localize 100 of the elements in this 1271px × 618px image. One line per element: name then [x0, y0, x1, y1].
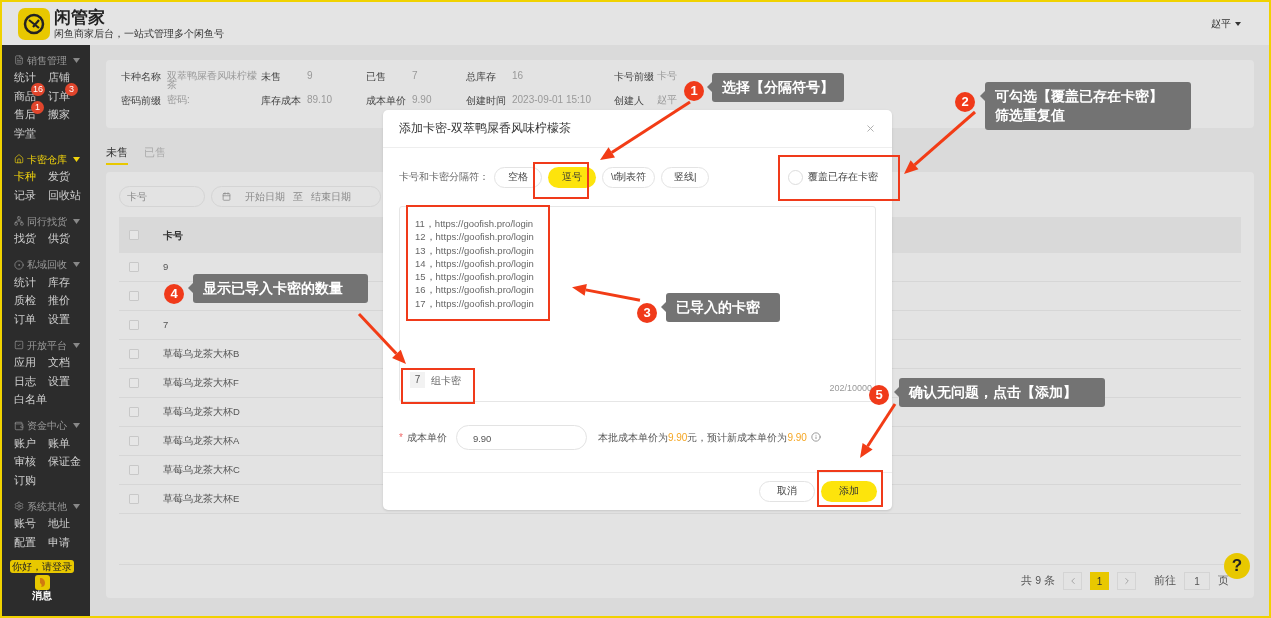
login-tip[interactable]: 你好，请登录: [10, 560, 74, 573]
message-icon[interactable]: [34, 575, 50, 590]
field-value: 赵平: [657, 95, 677, 104]
checkbox[interactable]: [129, 262, 139, 272]
sidebar-item[interactable]: 供货: [48, 231, 70, 248]
count-badge: 1: [31, 101, 44, 114]
sidebar-item[interactable]: 质检: [14, 293, 36, 310]
sidebar-item[interactable]: 申请: [48, 534, 70, 551]
checkbox[interactable]: [129, 436, 139, 446]
group-count: 7: [410, 372, 425, 388]
arrow: [570, 281, 642, 302]
field-label: 卡种名称: [121, 71, 162, 83]
checkbox[interactable]: [129, 320, 139, 330]
sidebar-group-title[interactable]: 销售管理: [2, 51, 82, 69]
sidebar-item[interactable]: 推价: [48, 293, 70, 310]
sidebar-item[interactable]: 回收站: [48, 187, 81, 204]
caret-icon: [73, 262, 80, 267]
page-button[interactable]: 1: [1090, 572, 1109, 590]
caret-icon: [73, 503, 80, 509]
sidebar-item[interactable]: 统计: [14, 274, 36, 291]
tab[interactable]: 未售: [106, 144, 128, 165]
group-icon: [14, 340, 24, 350]
separator-label: 卡号和卡密分隔符：: [399, 169, 489, 184]
info-icon: [810, 432, 821, 442]
sidebar-group-title[interactable]: 系统其他: [2, 497, 82, 515]
caret-icon: [73, 342, 80, 348]
sidebar-item[interactable]: 订单: [14, 311, 36, 328]
sidebar-item[interactable]: 记录: [14, 187, 36, 204]
sidebar-item[interactable]: 文档: [48, 355, 70, 372]
card-line: 14，https://goofish.pro/login: [415, 256, 534, 271]
table-cell-text: 草莓乌龙茶大杯F: [163, 375, 239, 390]
card-line: 15，https://goofish.pro/login: [415, 270, 534, 284]
card-line: 12，https://goofish.pro/login: [415, 230, 534, 244]
sidebar-item[interactable]: 设置: [48, 311, 70, 328]
field-label: 未售: [261, 71, 282, 83]
message-label[interactable]: 消息: [32, 590, 52, 602]
previous-page-button[interactable]: [1063, 572, 1082, 590]
field-label: 卡号前缀: [614, 71, 655, 83]
overwrite-label[interactable]: 覆盖已存在卡密: [808, 169, 878, 185]
close-icon[interactable]: [865, 123, 876, 134]
sidebar-group-title[interactable]: 私域回收: [2, 255, 82, 274]
group-icon: [14, 55, 24, 65]
table-cell-text: 草莓乌龙茶大杯C: [163, 462, 240, 477]
sidebar-group-title[interactable]: 开放平台: [2, 336, 82, 354]
checkbox[interactable]: [129, 291, 139, 301]
sidebar-item[interactable]: 配置: [14, 534, 36, 551]
sidebar-item[interactable]: 保证金: [48, 454, 81, 471]
caret-icon: [1235, 21, 1241, 26]
add-button[interactable]: 添加: [821, 481, 877, 502]
page-number-field[interactable]: 1: [1184, 572, 1210, 590]
checkbox[interactable]: [129, 230, 139, 240]
goto-label: 前往: [1154, 573, 1176, 589]
sidebar-item[interactable]: 日志: [14, 373, 36, 390]
caret-icon: [73, 156, 80, 162]
sidebar-item[interactable]: 找货: [14, 231, 36, 248]
sidebar-group-title[interactable]: 资金中心: [2, 416, 82, 435]
field-value: 16: [512, 71, 524, 80]
field-value: 卡号: [657, 71, 677, 80]
highlight-frame: [817, 470, 883, 507]
separator-option[interactable]: 逗号: [548, 166, 596, 188]
next-page-button[interactable]: [1117, 572, 1136, 590]
sidebar-item[interactable]: 搬家: [48, 107, 70, 124]
cost-note: 本批成本单价为9.90元，预计新成本单价为9.90: [597, 430, 807, 445]
field-label: 密码前缀: [121, 95, 162, 107]
count-badge: 16: [31, 82, 45, 96]
sidebar-item[interactable]: 订购: [14, 472, 36, 489]
table-cell-text: 9: [163, 259, 169, 274]
sidebar-item[interactable]: 白名单: [14, 392, 47, 409]
field-value: 2023-09-01 15:10: [512, 95, 591, 104]
checkbox[interactable]: [129, 378, 139, 388]
checkbox[interactable]: [129, 494, 139, 504]
sidebar-group-title[interactable]: 卡密仓库: [2, 150, 82, 168]
sidebar-item[interactable]: 地址: [48, 516, 70, 533]
group-icon: [14, 154, 24, 164]
dialog-title: 添加卡密-双萃鸭屎香风味柠檬茶: [399, 120, 571, 136]
checkbox[interactable]: [129, 349, 139, 359]
field-value: 双萃鸭屎香风味柠檬茶: [167, 71, 258, 89]
sidebar-item[interactable]: 审核: [14, 454, 36, 471]
sidebar-item[interactable]: 学堂: [14, 125, 36, 142]
card-number-field[interactable]: 卡号: [119, 186, 205, 207]
sidebar-item[interactable]: 账单: [48, 435, 70, 452]
sidebar-item[interactable]: 库存: [48, 274, 70, 291]
sidebar-item[interactable]: 账号: [14, 516, 36, 533]
sidebar-item[interactable]: 应用: [14, 355, 36, 372]
sidebar-item[interactable]: 卡种: [14, 169, 36, 186]
sidebar-item[interactable]: 发货: [48, 169, 70, 186]
sidebar-item[interactable]: 设置: [48, 373, 70, 390]
checkbox[interactable]: [129, 465, 139, 475]
field-label: 总库存: [466, 71, 497, 83]
card-line: 11，https://goofish.pro/login: [415, 217, 534, 231]
arrow: [357, 312, 408, 366]
field-value: 9: [307, 71, 313, 80]
app-title: 闲管家: [54, 8, 106, 28]
step-tooltip: 确认无问题，点击【添加】: [899, 378, 1105, 407]
sidebar-item[interactable]: 账户: [14, 435, 36, 452]
sidebar-group-title[interactable]: 同行找货: [2, 212, 82, 230]
checkbox[interactable]: [129, 407, 139, 417]
logo-icon: [18, 7, 50, 40]
card-line: 13，https://goofish.pro/login: [415, 243, 534, 257]
user-menu[interactable]: 赵平: [1211, 16, 1241, 31]
